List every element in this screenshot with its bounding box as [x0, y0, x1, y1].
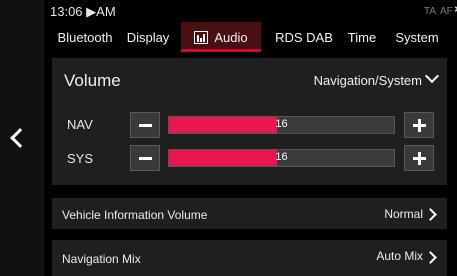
nav-volume-decrease-button[interactable] [130, 112, 160, 138]
tab-system[interactable]: System [390, 22, 444, 52]
tab-display[interactable]: Display [120, 22, 176, 52]
volume-title: Volume [64, 71, 121, 90]
play-icon: ▶ [86, 4, 97, 19]
tab-time[interactable]: Time [342, 22, 382, 52]
volume-panel: Volume Navigation/System NAV 16 SYS 16 [52, 58, 447, 185]
clock-time: 13:06 [50, 4, 83, 19]
navigation-mix-label: Navigation Mix [62, 252, 141, 266]
tab-label: Time [347, 30, 377, 45]
nav-volume-value: 16 [275, 118, 288, 130]
vehicle-info-volume-row[interactable]: Vehicle Information Volume Normal [52, 198, 447, 229]
volume-source-value: Navigation/System [313, 73, 422, 88]
status-bar: 13:06 ▶AM TA AF ✱ [44, 0, 457, 22]
sys-volume-value: 16 [275, 151, 288, 163]
chevron-right-icon [424, 208, 437, 221]
tab-label: RDS DAB [275, 30, 333, 45]
chevron-right-icon [424, 251, 437, 264]
tab-label: Audio [214, 30, 248, 45]
tab-label: System [395, 30, 439, 45]
nav-volume-increase-button[interactable] [404, 112, 434, 138]
clock-ampm: AM [96, 4, 116, 19]
tab-bar: Bluetooth Display Audio RDS DAB Time Sys… [44, 22, 457, 52]
tab-rds-dab[interactable]: RDS DAB [270, 22, 338, 52]
navigation-mix-value: Auto Mix [376, 249, 423, 263]
volume-source-dropdown[interactable]: Navigation/System [313, 68, 440, 88]
tab-audio[interactable]: Audio [181, 22, 261, 52]
ta-indicator: TA [424, 6, 437, 17]
tab-label: Bluetooth [57, 30, 113, 45]
tab-label: Display [126, 30, 170, 45]
nav-volume-slider[interactable]: 16 [168, 116, 395, 134]
clock: 13:06 ▶AM [50, 4, 116, 20]
back-chevron-icon [10, 128, 30, 148]
navigation-mix-row[interactable]: Navigation Mix Auto Mix [52, 240, 447, 276]
sys-volume-decrease-button[interactable] [130, 145, 160, 171]
nav-volume-label: NAV [67, 117, 93, 132]
vehicle-info-volume-value: Normal [384, 207, 423, 221]
equalizer-icon [194, 30, 209, 44]
sys-volume-label: SYS [67, 151, 94, 166]
sys-volume-slider[interactable]: 16 [168, 149, 395, 167]
tab-bluetooth[interactable]: Bluetooth [52, 22, 118, 52]
sys-volume-increase-button[interactable] [404, 145, 434, 171]
af-indicator: AF [440, 6, 453, 17]
back-button[interactable] [0, 0, 44, 276]
dropdown-chevron-icon [424, 68, 440, 84]
vehicle-info-volume-label: Vehicle Information Volume [62, 208, 208, 222]
audio-settings-screen: 13:06 ▶AM TA AF ✱ Bluetooth Display Audi… [0, 0, 457, 276]
